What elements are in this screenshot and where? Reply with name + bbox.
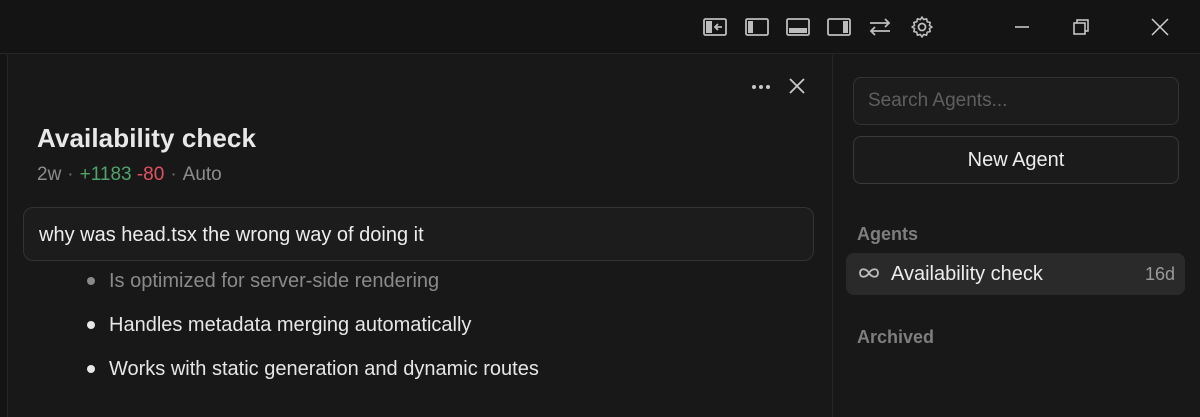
meta-separator: · bbox=[67, 164, 74, 185]
response-list: Is optimized for server-side rendering H… bbox=[87, 266, 539, 398]
minimize-icon[interactable] bbox=[1008, 13, 1036, 41]
swap-arrows-icon[interactable] bbox=[866, 13, 894, 41]
left-activity-strip bbox=[0, 55, 8, 417]
close-panel-icon[interactable] bbox=[784, 73, 810, 99]
restore-icon[interactable] bbox=[1067, 13, 1095, 41]
agents-sidebar: New Agent Agents Availability check 16d … bbox=[833, 55, 1200, 417]
agent-title: Availability check bbox=[37, 123, 257, 153]
more-options-icon[interactable] bbox=[747, 75, 775, 99]
user-message[interactable]: why was head.tsx the wrong way of doing … bbox=[23, 207, 814, 261]
lines-removed: -80 bbox=[136, 164, 165, 185]
layout-panel-bottom-icon[interactable] bbox=[784, 13, 812, 41]
agent-panel: Availability check 2w · +1183 -80 · Auto why… bbox=[9, 55, 832, 417]
search-agents-input[interactable] bbox=[853, 77, 1179, 125]
new-agent-button[interactable]: New Agent bbox=[853, 136, 1179, 184]
infinity-icon bbox=[859, 268, 879, 278]
layout-sidebar-right-icon[interactable] bbox=[825, 13, 853, 41]
agent-list-item-age: 16d bbox=[1144, 264, 1175, 284]
panel-toggle-left-arrow-icon[interactable] bbox=[701, 13, 729, 41]
agents-section-label: Agents bbox=[857, 224, 919, 244]
list-item: Handles metadata merging automatically bbox=[87, 310, 539, 354]
archived-section-label[interactable]: Archived bbox=[857, 327, 934, 348]
title-bar bbox=[0, 0, 1200, 54]
list-item: Is optimized for server-side rendering bbox=[87, 266, 539, 310]
close-icon[interactable] bbox=[1146, 13, 1174, 41]
list-item: Works with static generation and dynamic… bbox=[87, 354, 539, 398]
gear-icon[interactable] bbox=[908, 13, 936, 41]
meta-separator: · bbox=[170, 164, 177, 185]
agent-list-item[interactable]: Availability check 16d bbox=[846, 253, 1185, 295]
agent-list-item-label: Availability check bbox=[891, 263, 1043, 285]
lines-added: +1183 bbox=[79, 164, 132, 185]
agent-mode: Auto bbox=[182, 164, 222, 185]
layout-sidebar-left-icon[interactable] bbox=[743, 13, 771, 41]
agent-age: 2w bbox=[37, 164, 62, 185]
agent-meta: 2w · +1183 -80 · Auto bbox=[37, 164, 222, 186]
